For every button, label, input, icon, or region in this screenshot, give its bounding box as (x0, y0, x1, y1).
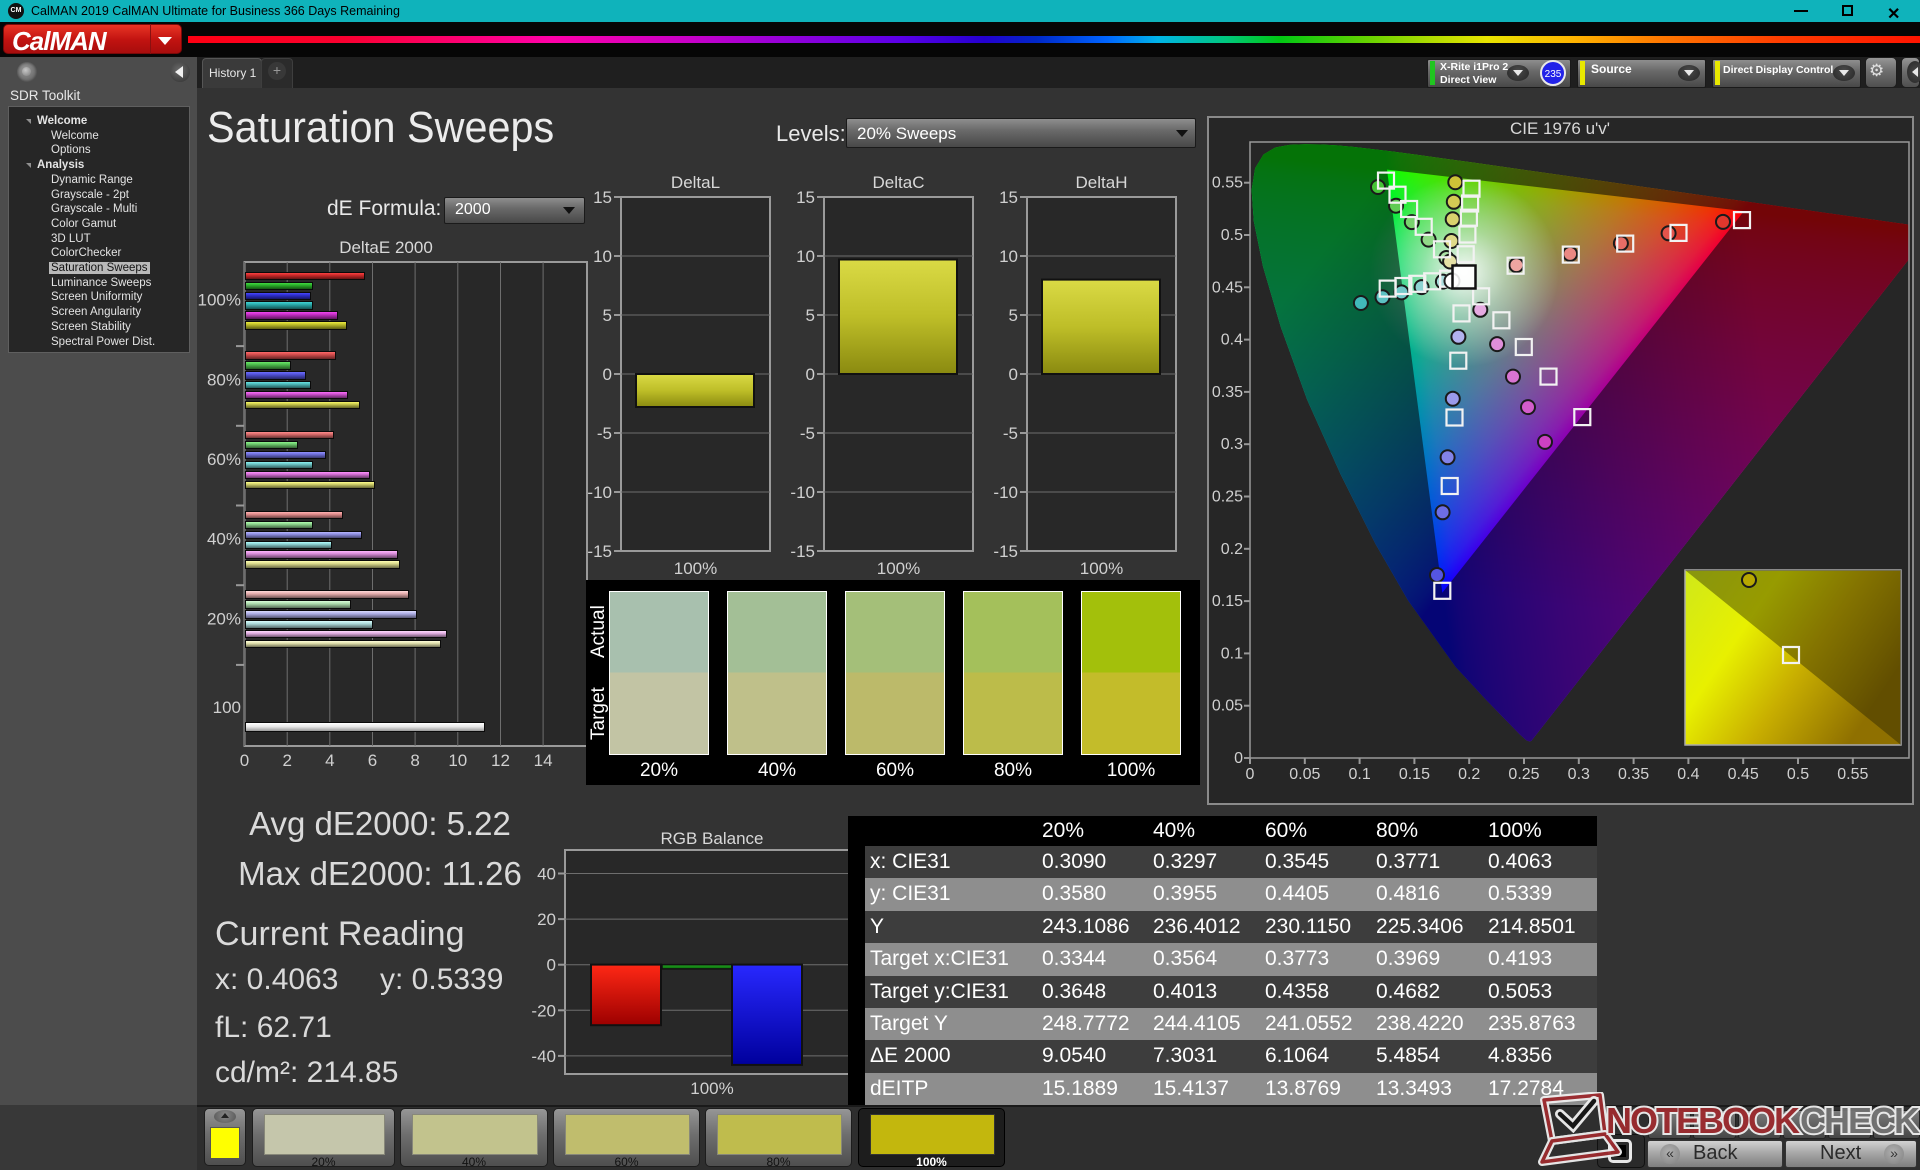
svg-text:0.4: 0.4 (1677, 766, 1699, 783)
svg-text:0.55: 0.55 (1212, 175, 1243, 192)
svg-text:0.35: 0.35 (1212, 384, 1243, 401)
svg-text:0.55: 0.55 (1837, 766, 1868, 783)
svg-text:0.1: 0.1 (1348, 766, 1370, 783)
svg-text:0.1: 0.1 (1221, 645, 1243, 662)
svg-text:0.2: 0.2 (1458, 766, 1480, 783)
svg-text:0.45: 0.45 (1212, 279, 1243, 296)
svg-text:0.05: 0.05 (1289, 766, 1320, 783)
svg-text:0: 0 (1234, 750, 1243, 767)
svg-text:0: 0 (1246, 766, 1255, 783)
svg-text:0.25: 0.25 (1212, 489, 1243, 506)
svg-text:20: 20 (537, 910, 556, 929)
svg-text:0.15: 0.15 (1212, 593, 1243, 610)
svg-text:0.2: 0.2 (1221, 541, 1243, 558)
svg-text:0.5: 0.5 (1221, 227, 1243, 244)
svg-text:0.45: 0.45 (1728, 766, 1759, 783)
svg-text:CHECK: CHECK (1800, 1100, 1920, 1141)
svg-text:0.05: 0.05 (1212, 698, 1243, 715)
svg-text:RGB Balance: RGB Balance (661, 829, 764, 848)
svg-text:0.35: 0.35 (1618, 766, 1649, 783)
svg-text:CIE 1976 u'v': CIE 1976 u'v' (1510, 119, 1610, 138)
svg-text:0.4: 0.4 (1221, 332, 1243, 349)
svg-text:-40: -40 (531, 1047, 556, 1066)
svg-text:0: 0 (547, 956, 556, 975)
svg-text:0.15: 0.15 (1399, 766, 1430, 783)
svg-text:0.5: 0.5 (1787, 766, 1809, 783)
svg-text:0.3: 0.3 (1221, 436, 1243, 453)
svg-text:0.3: 0.3 (1568, 766, 1590, 783)
svg-text:40: 40 (537, 865, 556, 884)
svg-text:-20: -20 (531, 1001, 556, 1020)
svg-text:NOTEBOOK: NOTEBOOK (1606, 1100, 1800, 1141)
svg-text:100%: 100% (690, 1079, 733, 1098)
svg-text:0.25: 0.25 (1508, 766, 1539, 783)
